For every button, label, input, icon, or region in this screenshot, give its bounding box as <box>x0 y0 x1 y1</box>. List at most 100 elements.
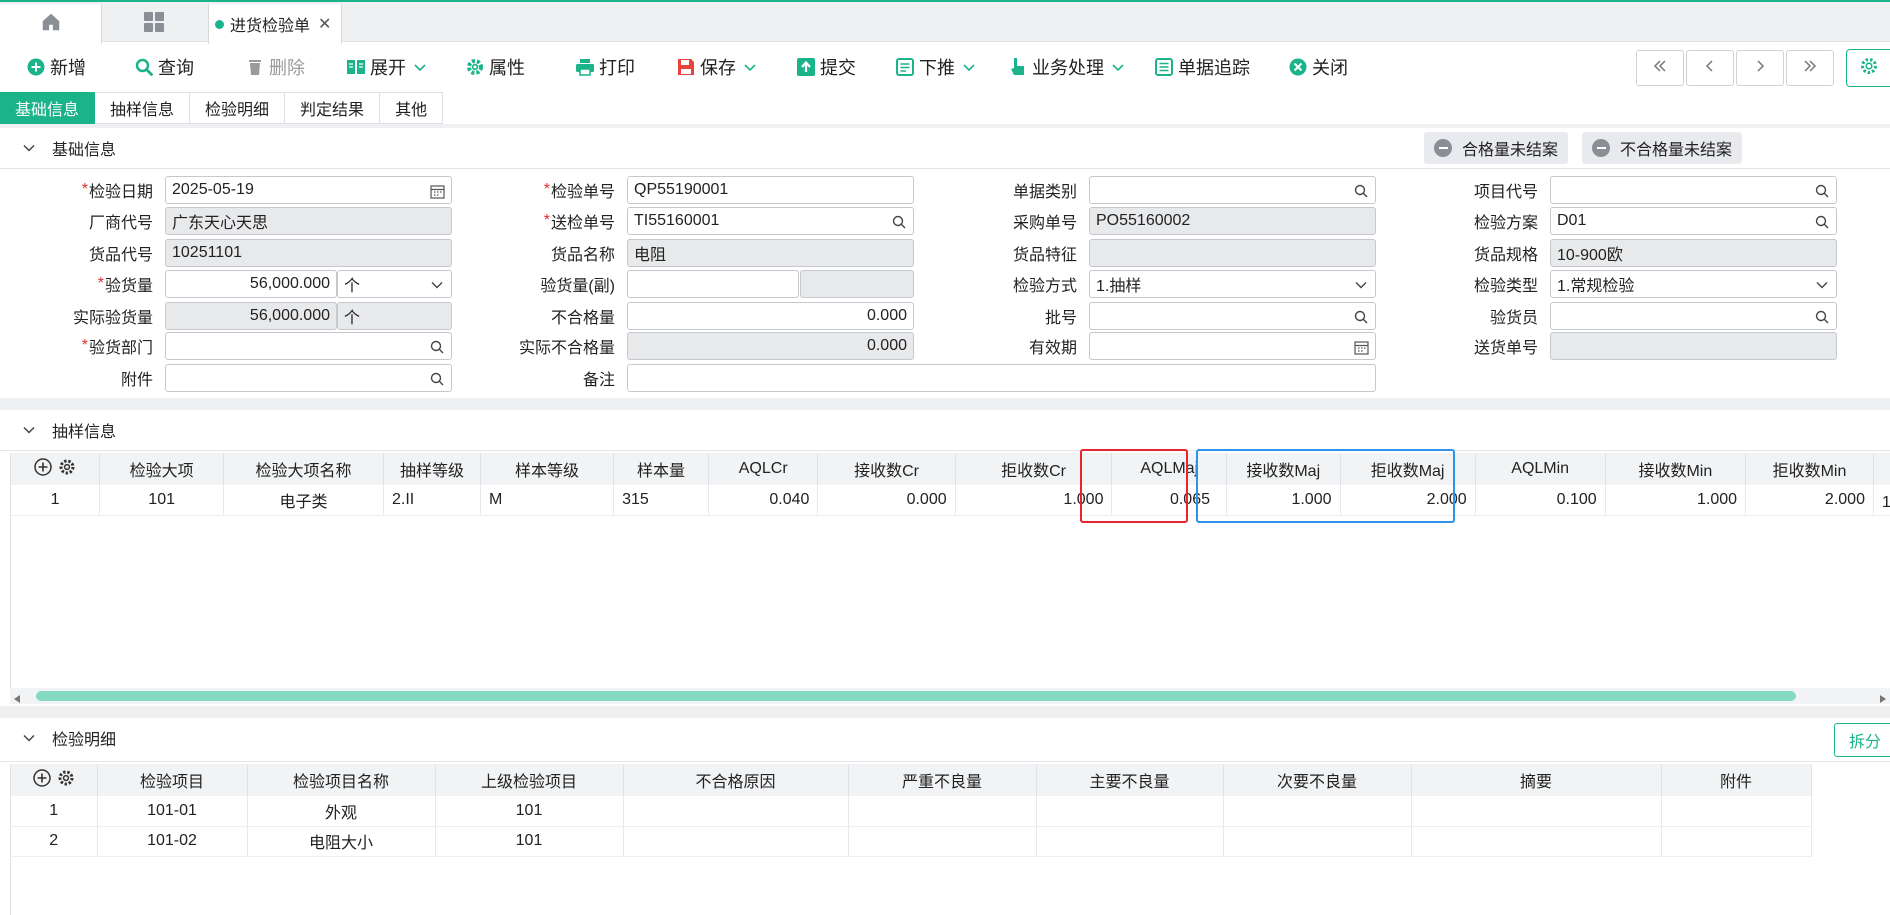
last-record-button[interactable] <box>1786 50 1834 86</box>
search-icon[interactable] <box>1814 309 1830 325</box>
table-cell[interactable]: M <box>480 485 615 516</box>
gear-icon[interactable] <box>58 458 76 481</box>
table-cell[interactable] <box>1661 796 1812 827</box>
inspect-dept-field[interactable] <box>165 332 452 360</box>
inspect-type-select[interactable]: 1.常规检验 <box>1550 270 1837 298</box>
col-header[interactable]: 样本量 <box>613 453 710 485</box>
table-cell[interactable]: 101-01 <box>97 796 248 827</box>
gear-icon[interactable] <box>57 769 75 792</box>
add-row-icon[interactable] <box>33 768 51 792</box>
col-header[interactable]: 主要不良量 <box>1036 764 1224 796</box>
col-header[interactable]: 接收数Min <box>1605 453 1747 485</box>
tab-basic-info[interactable]: 基础信息 <box>0 92 96 124</box>
scrollbar-thumb[interactable] <box>36 691 1796 701</box>
inspector-field[interactable] <box>1550 302 1837 330</box>
table-cell[interactable]: 1.000 <box>1226 485 1341 516</box>
add-row-icon[interactable] <box>34 457 52 481</box>
col-header[interactable]: 接收数Maj <box>1226 453 1341 485</box>
table-cell[interactable] <box>1411 796 1662 827</box>
batch-no-field[interactable] <box>1089 302 1376 330</box>
table-cell[interactable]: 0.040 <box>708 485 819 516</box>
col-header[interactable]: 拒收数Min <box>1745 453 1874 485</box>
unqualified-open-button[interactable]: 不合格量未结案 <box>1582 132 1743 164</box>
col-header[interactable]: 严重不良量 <box>848 764 1037 796</box>
col-header[interactable]: 检验大项 <box>99 453 225 485</box>
table-cell[interactable] <box>1036 796 1224 827</box>
settings-button[interactable] <box>1846 49 1890 87</box>
col-header[interactable]: 不合格原因 <box>623 764 849 796</box>
calendar-icon[interactable] <box>429 183 445 199</box>
table-cell[interactable] <box>1223 796 1412 827</box>
search-icon[interactable] <box>1353 309 1369 325</box>
table-row[interactable]: 1 101-01 外观 101 <box>11 796 1812 827</box>
table-cell[interactable] <box>1411 826 1662 857</box>
table-cell[interactable] <box>848 826 1037 857</box>
doc-type-field[interactable] <box>1089 176 1376 204</box>
save-button[interactable]: 保存 <box>676 44 756 90</box>
table-row[interactable]: 1 101 电子类 2.II M 315 0.040 0.000 1.000 0… <box>11 485 1890 516</box>
inspect-qty-field[interactable]: 56,000.000 <box>165 270 337 298</box>
prev-record-button[interactable] <box>1686 50 1734 86</box>
project-code-field[interactable] <box>1550 176 1837 204</box>
inspect-date-field[interactable]: 2025-05-19 <box>165 176 452 204</box>
table-cell[interactable] <box>1223 826 1412 857</box>
search-icon[interactable] <box>429 371 445 387</box>
col-header[interactable]: 抽样等级 <box>383 453 481 485</box>
table-cell[interactable]: 101 <box>435 796 624 827</box>
delete-button[interactable]: 删除 <box>245 44 305 90</box>
print-button[interactable]: 打印 <box>575 44 635 90</box>
table-cell[interactable]: 315 <box>613 485 710 516</box>
doc-tab-inspection[interactable]: 进货检验单 ✕ <box>208 4 342 44</box>
table-row[interactable]: 2 101-02 电阻大小 101 <box>11 826 1812 857</box>
attachment-field[interactable] <box>165 364 452 392</box>
col-header[interactable]: 抽 <box>1873 453 1890 485</box>
table-cell[interactable]: 2.000 <box>1340 485 1476 516</box>
table-cell[interactable]: 外观 <box>247 796 436 827</box>
table-cell[interactable]: 电子类 <box>223 485 384 516</box>
table-cell[interactable]: 2.000 <box>1745 485 1874 516</box>
remark-field[interactable] <box>627 364 1376 392</box>
close-button[interactable]: 关闭 <box>1288 44 1348 90</box>
col-header[interactable]: 次要不良量 <box>1223 764 1412 796</box>
col-header[interactable]: AQLMin <box>1475 453 1606 485</box>
tab-other[interactable]: 其他 <box>380 92 444 124</box>
first-record-button[interactable] <box>1636 50 1684 86</box>
table-cell[interactable]: 0.065 <box>1111 485 1227 516</box>
search-icon[interactable] <box>891 214 907 230</box>
col-header[interactable]: 拒收数Cr <box>955 453 1113 485</box>
properties-button[interactable]: 属性 <box>465 44 525 90</box>
delivery-no-field[interactable]: TI55160001 <box>627 207 914 235</box>
unqualified-qty-field[interactable]: 0.000 <box>627 302 914 330</box>
table-cell[interactable]: 1.000 <box>955 485 1113 516</box>
table-cell[interactable]: 0.000 <box>817 485 956 516</box>
table-cell[interactable]: 1.正常 <box>1873 485 1890 516</box>
col-header[interactable]: 检验项目 <box>97 764 248 796</box>
col-header[interactable]: 附件 <box>1661 764 1812 796</box>
new-button[interactable]: 新增 <box>26 44 86 90</box>
next-record-button[interactable] <box>1736 50 1784 86</box>
calendar-icon[interactable] <box>1353 339 1369 355</box>
col-header[interactable]: 拒收数Maj <box>1340 453 1476 485</box>
col-header[interactable]: AQLCr <box>708 453 819 485</box>
inspect-unit-select[interactable]: 个 <box>337 270 452 298</box>
home-tab[interactable] <box>0 4 102 44</box>
submit-button[interactable]: 提交 <box>796 44 856 90</box>
table-cell[interactable]: 电阻大小 <box>247 826 436 857</box>
col-header[interactable]: 摘要 <box>1411 764 1662 796</box>
inspect-method-select[interactable]: 1.抽样 <box>1089 270 1376 298</box>
qualified-open-button[interactable]: 合格量未结案 <box>1424 132 1569 164</box>
search-icon[interactable] <box>429 339 445 355</box>
table-cell[interactable]: 101 <box>435 826 624 857</box>
table-cell[interactable]: 1.000 <box>1605 485 1747 516</box>
table-cell[interactable] <box>1661 826 1812 857</box>
search-icon[interactable] <box>1814 214 1830 230</box>
table-cell[interactable]: 101 <box>99 485 225 516</box>
tab-sampling-info[interactable]: 抽样信息 <box>95 92 191 124</box>
inspect-qty-sub-field[interactable] <box>627 270 799 298</box>
detail-section-header[interactable]: 检验明细 <box>0 718 1890 758</box>
table-cell[interactable]: 101-02 <box>97 826 248 857</box>
horizontal-scrollbar[interactable] <box>10 688 1890 704</box>
expand-button[interactable]: 展开 <box>346 44 426 90</box>
table-cell[interactable]: 2.II <box>383 485 481 516</box>
table-cell[interactable] <box>623 826 849 857</box>
